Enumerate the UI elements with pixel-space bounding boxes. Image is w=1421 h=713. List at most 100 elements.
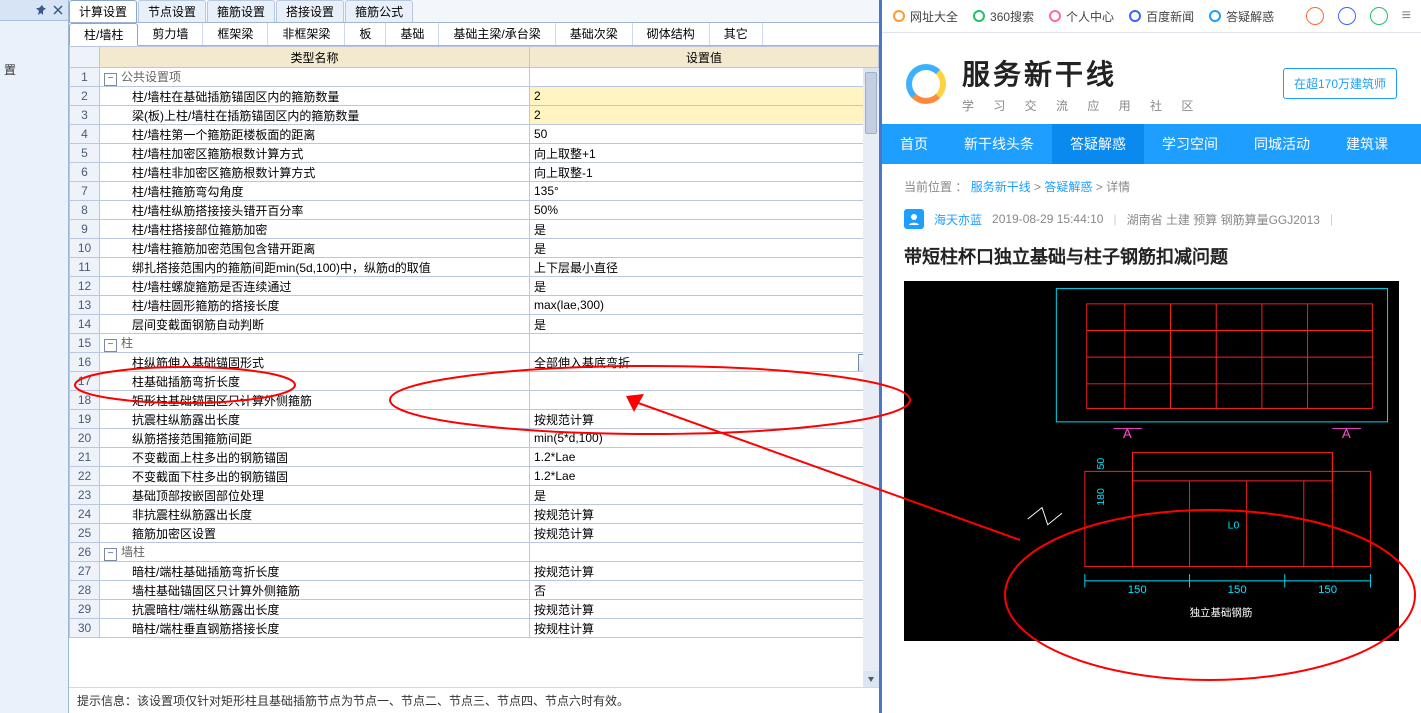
setting-value-cell[interactable]: max(lae,300): [530, 296, 879, 315]
nav-item[interactable]: 同城活动: [1236, 124, 1328, 164]
tree-collapse-icon[interactable]: −: [104, 548, 117, 561]
setting-name-cell[interactable]: 柱/墙柱搭接部位箍筋加密: [100, 220, 530, 239]
setting-name-cell[interactable]: 抗震柱纵筋露出长度: [100, 410, 530, 429]
toolbar-link[interactable]: 个人中心: [1048, 8, 1114, 25]
setting-name-cell[interactable]: 不变截面上柱多出的钢筋锚固: [100, 448, 530, 467]
setting-value-cell[interactable]: 按规范计算: [530, 524, 879, 543]
main-tab[interactable]: 节点设置: [138, 0, 206, 22]
setting-name-cell[interactable]: 暗柱/端柱垂直钢筋搭接长度: [100, 619, 530, 638]
setting-value-cell[interactable]: 是: [530, 315, 879, 334]
nav-item[interactable]: 学习空间: [1144, 124, 1236, 164]
setting-name-cell[interactable]: 抗震暗柱/端柱纵筋露出长度: [100, 600, 530, 619]
post-author[interactable]: 海天亦蓝: [934, 211, 982, 228]
toolbar-link[interactable]: 360搜索: [972, 8, 1034, 25]
setting-name-cell[interactable]: 柱/墙柱在基础插筋锚固区内的箍筋数量: [100, 87, 530, 106]
setting-name-cell[interactable]: 柱纵筋伸入基础锚固形式: [100, 353, 530, 372]
sub-tab[interactable]: 非框架梁: [268, 23, 345, 45]
close-icon[interactable]: [52, 4, 64, 16]
setting-name-cell[interactable]: 柱/墙柱非加密区箍筋根数计算方式: [100, 163, 530, 182]
scroll-thumb[interactable]: [865, 72, 877, 134]
setting-name-cell[interactable]: 柱/墙柱箍筋弯勾角度: [100, 182, 530, 201]
setting-name-cell[interactable]: 柱/墙柱第一个箍筋距楼板面的距离: [100, 125, 530, 144]
setting-name-cell[interactable]: 纵筋搭接范围箍筋间距: [100, 429, 530, 448]
main-tab[interactable]: 计算设置: [69, 0, 137, 22]
sub-tab[interactable]: 砌体结构: [633, 23, 710, 45]
setting-value-cell[interactable]: 按规范计算: [530, 505, 879, 524]
setting-value-cell[interactable]: 2: [530, 87, 879, 106]
nav-item[interactable]: 首页: [882, 124, 946, 164]
setting-name-cell[interactable]: 柱/墙柱箍筋加密范围包含错开距离: [100, 239, 530, 258]
setting-value-cell[interactable]: 50%: [530, 201, 879, 220]
setting-value-cell[interactable]: 否: [530, 581, 879, 600]
sub-tab[interactable]: 板: [345, 23, 386, 45]
setting-value-cell[interactable]: 全部伸入基底弯折全部伸入基底弯折角筋伸入基底弯折: [530, 353, 879, 372]
cta-button[interactable]: 在超170万建筑师: [1283, 68, 1397, 99]
nav-item[interactable]: 答疑解惑: [1052, 124, 1144, 164]
setting-value-cell[interactable]: [530, 543, 879, 562]
setting-name-cell[interactable]: −墙柱: [100, 543, 530, 562]
toolbar-link[interactable]: 百度新闻: [1128, 8, 1194, 25]
vertical-scrollbar[interactable]: [863, 68, 879, 687]
setting-name-cell[interactable]: 柱/墙柱加密区箍筋根数计算方式: [100, 144, 530, 163]
sub-tab[interactable]: 柱/墙柱: [69, 23, 138, 46]
setting-name-cell[interactable]: 柱/墙柱圆形箍筋的搭接长度: [100, 296, 530, 315]
setting-value-cell[interactable]: [530, 68, 879, 87]
setting-name-cell[interactable]: 墙柱基础锚固区只计算外侧箍筋: [100, 581, 530, 600]
setting-name-cell[interactable]: 柱/墙柱纵筋搭接接头错开百分率: [100, 201, 530, 220]
setting-name-cell[interactable]: 非抗震柱纵筋露出长度: [100, 505, 530, 524]
tree-collapse-icon[interactable]: −: [104, 73, 117, 86]
sub-tab[interactable]: 基础主梁/承台梁: [439, 23, 555, 45]
setting-value-cell[interactable]: 按规范计算: [530, 562, 879, 581]
setting-value-cell[interactable]: 是: [530, 220, 879, 239]
setting-name-cell[interactable]: −公共设置项: [100, 68, 530, 87]
setting-value-cell[interactable]: 2: [530, 106, 879, 125]
setting-value-cell[interactable]: [530, 372, 879, 391]
breadcrumb-link[interactable]: 服务新干线: [971, 180, 1031, 194]
setting-name-cell[interactable]: 不变截面下柱多出的钢筋锚固: [100, 467, 530, 486]
setting-value-cell[interactable]: min(5*d,100): [530, 429, 879, 448]
setting-value-cell[interactable]: 50: [530, 125, 879, 144]
setting-value-cell[interactable]: 按规柱计算: [530, 619, 879, 638]
setting-name-cell[interactable]: 箍筋加密区设置: [100, 524, 530, 543]
sub-tab[interactable]: 剪力墙: [138, 23, 203, 45]
main-tab[interactable]: 箍筋设置: [207, 0, 275, 22]
toolbar-circle-icon[interactable]: [1306, 7, 1324, 25]
setting-value-cell[interactable]: 上下层最小直径: [530, 258, 879, 277]
setting-name-cell[interactable]: 柱基础插筋弯折长度: [100, 372, 530, 391]
toolbar-circle-icon[interactable]: [1370, 7, 1388, 25]
main-tab[interactable]: 搭接设置: [276, 0, 344, 22]
sub-tab[interactable]: 框架梁: [203, 23, 268, 45]
nav-item[interactable]: 新干线头条: [946, 124, 1052, 164]
setting-name-cell[interactable]: 矩形柱基础锚固区只计算外侧箍筋: [100, 391, 530, 410]
tree-collapse-icon[interactable]: −: [104, 339, 117, 352]
toolbar-circle-icon[interactable]: [1338, 7, 1356, 25]
setting-value-cell[interactable]: 向上取整+1: [530, 144, 879, 163]
main-tab[interactable]: 箍筋公式: [345, 0, 413, 22]
scroll-down-icon[interactable]: [863, 671, 879, 687]
breadcrumb-link[interactable]: 答疑解惑: [1044, 180, 1092, 194]
setting-name-cell[interactable]: 层间变截面钢筋自动判断: [100, 315, 530, 334]
setting-value-cell[interactable]: 按规范计算: [530, 410, 879, 429]
setting-value-cell[interactable]: 135°: [530, 182, 879, 201]
setting-value-cell[interactable]: 向上取整-1: [530, 163, 879, 182]
nav-item[interactable]: 建筑课: [1328, 124, 1406, 164]
setting-name-cell[interactable]: 基础顶部按嵌固部位处理: [100, 486, 530, 505]
setting-name-cell[interactable]: 暗柱/端柱基础插筋弯折长度: [100, 562, 530, 581]
setting-value-cell[interactable]: 是: [530, 486, 879, 505]
pin-icon[interactable]: [36, 4, 48, 16]
setting-value-cell[interactable]: [530, 334, 879, 353]
setting-value-cell[interactable]: 1.2*Lae: [530, 448, 879, 467]
sub-tab[interactable]: 基础次梁: [556, 23, 633, 45]
setting-name-cell[interactable]: 梁(板)上柱/墙柱在插筋锚固区内的箍筋数量: [100, 106, 530, 125]
setting-value-cell[interactable]: [530, 391, 879, 410]
toolbar-link[interactable]: 答疑解惑: [1208, 8, 1274, 25]
sub-tab[interactable]: 基础: [386, 23, 439, 45]
setting-value-cell[interactable]: 按规范计算: [530, 600, 879, 619]
sub-tab[interactable]: 其它: [710, 23, 763, 45]
setting-value-cell[interactable]: 是: [530, 277, 879, 296]
setting-name-cell[interactable]: 绑扎搭接范围内的箍筋间距min(5d,100)中，纵筋d的取值: [100, 258, 530, 277]
setting-value-cell[interactable]: 1.2*Lae: [530, 467, 879, 486]
toolbar-link[interactable]: 网址大全: [892, 8, 958, 25]
toolbar-menu-icon[interactable]: ≡: [1402, 7, 1411, 25]
setting-name-cell[interactable]: 柱/墙柱螺旋箍筋是否连续通过: [100, 277, 530, 296]
